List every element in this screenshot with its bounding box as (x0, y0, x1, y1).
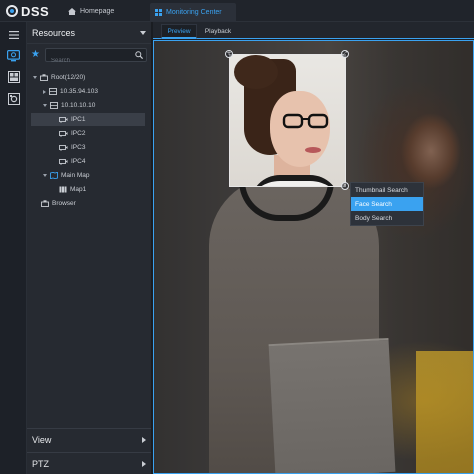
monitor-camera-icon (7, 50, 20, 62)
section-ptz-label: PTZ (32, 458, 49, 469)
menu-item-face-search[interactable]: Face Search (351, 197, 423, 211)
add-target-icon[interactable]: + (225, 50, 233, 58)
expand-arrow-icon[interactable] (43, 104, 47, 107)
shopping-bag (268, 337, 396, 473)
tree-node-label: 10.10.10.10 (61, 102, 96, 109)
tree-node-root[interactable]: Root(12/20) (33, 71, 85, 84)
expand-arrow-icon[interactable] (43, 89, 46, 94)
tree-node-label: Root(12/20) (51, 74, 86, 81)
context-menu: Thumbnail Search Face Search Body Search (350, 182, 424, 226)
menu-item-body-search[interactable]: Body Search (351, 211, 423, 225)
collapse-caret-icon (140, 30, 146, 35)
section-view[interactable]: View (27, 428, 152, 450)
tree-node-ipc2[interactable]: IPC2 (59, 127, 85, 140)
tree-node-ipc3[interactable]: IPC3 (59, 141, 85, 154)
tab-homepage-label: Homepage (80, 7, 115, 15)
face-snapshot-box[interactable] (229, 54, 346, 187)
org-folder-icon (40, 74, 48, 81)
expand-arrow-icon[interactable] (43, 174, 47, 177)
home-icon (68, 7, 76, 15)
tree-node-server-1[interactable]: 10.35.94.103 (43, 85, 98, 98)
yellow-shopping-bag (416, 351, 473, 473)
search-input[interactable] (46, 54, 132, 67)
snapshot-shirt (250, 175, 340, 186)
tree-node-label: IPC2 (71, 130, 86, 137)
menu-item-thumbnail-search[interactable]: Thumbnail Search (351, 183, 423, 197)
resources-header[interactable]: Resources (27, 22, 152, 44)
search-box (45, 47, 147, 67)
search-icon[interactable] (135, 50, 143, 59)
camera-icon (59, 144, 68, 151)
snapshot-face (270, 91, 330, 167)
menu-button[interactable] (6, 28, 21, 42)
favorite-star-icon[interactable]: ★ (31, 49, 41, 60)
camera-settings-icon (7, 93, 20, 105)
section-ptz[interactable]: PTZ (27, 452, 152, 474)
tab-monitoring-center[interactable]: Monitoring Center (150, 3, 236, 22)
chevron-right-icon (142, 436, 146, 443)
snapshot-lips (305, 147, 321, 153)
hamburger-icon (8, 31, 19, 39)
tab-playback[interactable]: Playback (199, 24, 237, 39)
app-name: DSS (21, 3, 50, 19)
tree-node-browser[interactable]: Browser (41, 197, 76, 210)
expand-arrow-icon[interactable] (33, 76, 37, 79)
tree-node-server-2[interactable]: 10.10.10.10 (43, 99, 95, 112)
left-rail (0, 22, 27, 474)
top-bar: DSS Homepage Monitoring Center (0, 0, 474, 22)
grid-icon (155, 9, 162, 16)
server-icon (49, 88, 57, 95)
server-icon (50, 102, 58, 109)
map-sheet-icon (59, 186, 67, 193)
tree-node-ipc4[interactable]: IPC4 (59, 155, 85, 168)
view-mode-tabs: Preview Playback (153, 22, 474, 39)
layout-button[interactable] (6, 70, 21, 84)
search-row: ★ (27, 44, 152, 67)
tree-node-label: 10.35.94.103 (60, 88, 98, 95)
search-options-icon[interactable]: ⌕ (341, 182, 349, 190)
resources-title: Resources (32, 27, 76, 38)
tree-node-label: IPC1 (71, 116, 86, 123)
resources-panel: Resources ★ Root(12/20) 10.35.94.103 10.… (27, 22, 152, 474)
video-window[interactable]: + ⤢ ⌕ (153, 40, 474, 474)
tab-preview[interactable]: Preview (161, 24, 197, 39)
chevron-right-icon (142, 460, 146, 467)
dss-logo-icon (6, 5, 18, 17)
device-button[interactable] (6, 92, 21, 106)
tree-node-map1[interactable]: Map1 (59, 183, 86, 196)
camera-icon (59, 130, 68, 137)
tab-monitoring-center-label: Monitoring Center (166, 9, 222, 16)
app-logo[interactable]: DSS (6, 3, 49, 19)
snapshot-hair-bun (234, 55, 278, 89)
live-view-button[interactable] (6, 49, 21, 63)
map-icon (50, 172, 58, 179)
snapshot-glasses (282, 113, 329, 129)
camera-icon (59, 158, 68, 165)
section-view-label: View (32, 434, 52, 445)
tree-node-label: IPC3 (71, 144, 86, 151)
tree-node-main-map[interactable]: Main Map (43, 169, 90, 182)
layout-grid-icon (7, 71, 20, 83)
tree-node-ipc1[interactable]: IPC1 (31, 113, 145, 126)
tree-node-label: Browser (52, 200, 76, 207)
tree-node-label: Main Map (61, 172, 90, 179)
expand-icon[interactable]: ⤢ (341, 50, 349, 58)
camera-icon (59, 116, 68, 123)
tab-homepage[interactable]: Homepage (68, 0, 114, 22)
tree-node-label: Map1 (70, 186, 87, 193)
browser-icon (41, 200, 49, 207)
tree-node-label: IPC4 (71, 158, 86, 165)
